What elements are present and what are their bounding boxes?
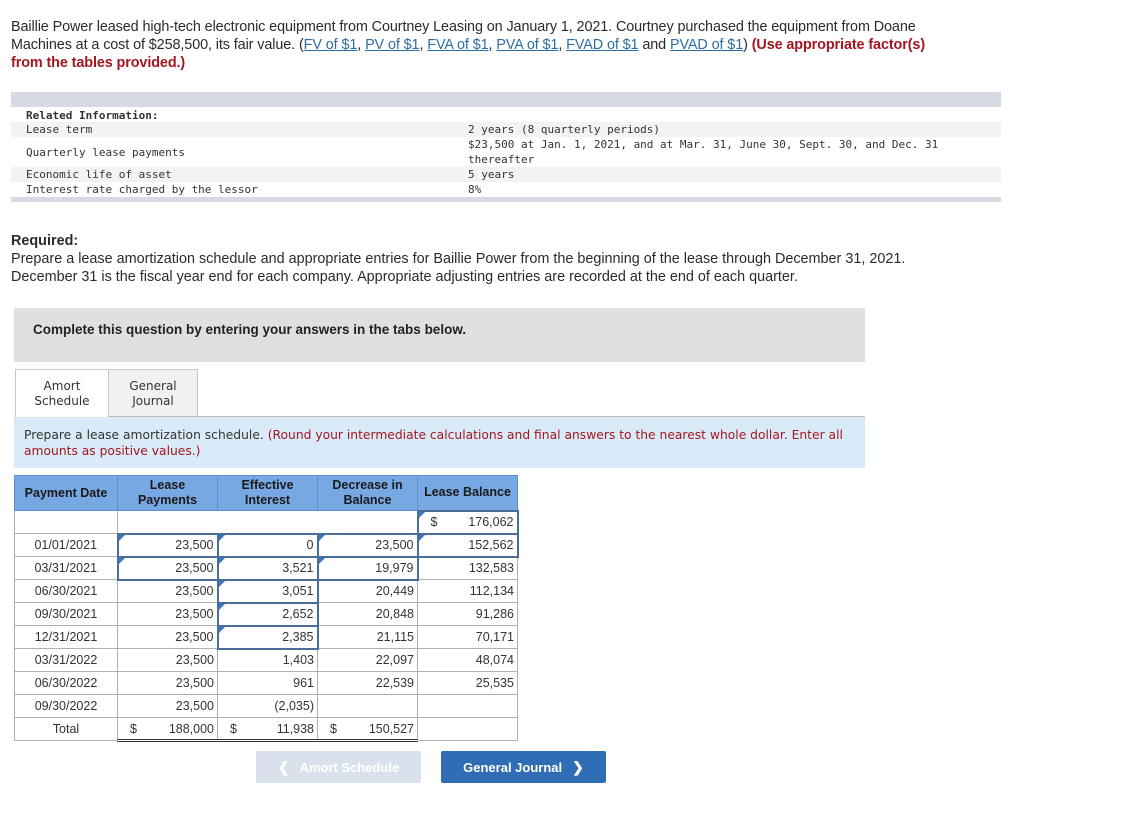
related-information-panel: Related Information: Lease term 2 years … (11, 92, 1001, 202)
tab-navigation: ❮ Amort Schedule General Journal ❯ (256, 751, 606, 783)
schedule-instructions: Prepare a lease amortization schedule. (… (14, 417, 865, 468)
total-label: Total (14, 717, 118, 741)
lease-balance-value: 25,535 (417, 671, 518, 695)
payment-date: 09/30/2022 (14, 694, 118, 718)
lease-payment-value: 23,500 (117, 625, 218, 649)
decrease-in-balance-value: 20,848 (317, 602, 418, 626)
table-row: 09/30/2022 23,500 (2,035) (14, 694, 518, 718)
effective-interest-input[interactable]: 2,652 (216, 601, 319, 627)
info-row-quarterly-payments: Quarterly lease payments $23,500 at Jan.… (26, 138, 939, 166)
link-fv-of-1[interactable]: FV of $1 (304, 37, 358, 53)
decrease-in-balance-value: 22,097 (317, 648, 418, 672)
link-pvad-of-1[interactable]: PVAD of $1 (670, 37, 743, 53)
table-row: 12/31/2021 23,500 2,385 21,115 70,171 (14, 624, 518, 650)
amortization-schedule-table: Payment Date Lease Payments Effective In… (14, 475, 519, 742)
lease-payment-value: 23,500 (117, 648, 218, 672)
info-row-lease-term: Lease term 2 years (8 quarterly periods) (11, 122, 1001, 137)
lease-balance-value (417, 694, 518, 718)
header-lease-balance: Lease Balance (417, 475, 518, 511)
decrease-in-balance-value: 21,115 (317, 625, 418, 649)
link-pv-of-1[interactable]: PV of $1 (365, 37, 420, 53)
effective-interest-input[interactable]: 0 (216, 532, 319, 558)
lease-balance-value: 112,134 (417, 579, 518, 603)
header-decrease-in-balance: Decrease in Balance (317, 475, 418, 511)
link-fvad-of-1[interactable]: FVAD of $1 (566, 37, 638, 53)
table-row: 09/30/2021 23,500 2,652 20,848 91,286 (14, 601, 518, 627)
header-effective-interest: Effective Interest (217, 475, 318, 511)
table-row: 06/30/2021 23,500 3,051 20,449 112,134 (14, 578, 518, 604)
total-lease-payments: $188,000 (117, 717, 218, 742)
panel-bottom-band (11, 197, 1001, 202)
lease-payment-value: 23,500 (117, 671, 218, 695)
answer-tabs: Amort Schedule General Journal (15, 369, 198, 417)
lease-payment-value: 23,500 (117, 694, 218, 718)
lease-payment-input[interactable]: 23,500 (116, 532, 219, 558)
table-row: 06/30/2022 23,500 961 22,539 25,535 (14, 671, 518, 695)
chevron-left-icon: ❮ (277, 758, 290, 775)
effective-interest-value: 961 (217, 671, 318, 695)
prev-amort-schedule-button: ❮ Amort Schedule (256, 751, 421, 783)
required-text: Prepare a lease amortization schedule an… (11, 251, 906, 285)
related-info-title-row: Related Information: (11, 107, 1001, 122)
opening-balance-input[interactable]: $176,062 (416, 509, 519, 535)
total-row: Total $188,000 $11,938 $150,527 (14, 717, 518, 742)
lease-payment-input[interactable]: 23,500 (116, 555, 219, 581)
payment-date: 03/31/2022 (14, 648, 118, 672)
table-row: 03/31/2022 23,500 1,403 22,097 48,074 (14, 648, 518, 672)
header-payment-date: Payment Date (14, 475, 118, 511)
effective-interest-input[interactable]: 3,521 (216, 555, 319, 581)
lease-balance-value: 48,074 (417, 648, 518, 672)
link-pva-of-1[interactable]: PVA of $1 (496, 37, 558, 53)
effective-interest-input[interactable]: 3,051 (216, 578, 319, 604)
complete-question-text: Complete this question by entering your … (33, 322, 467, 337)
total-decrease-in-balance: $150,527 (317, 717, 418, 742)
payment-date: 06/30/2022 (14, 671, 118, 695)
decrease-in-balance-value: 20,449 (317, 579, 418, 603)
related-info-title: Related Information: (26, 109, 159, 122)
info-row-interest-rate: Interest rate charged by the lessor 8% (26, 183, 482, 196)
table-header-row: Payment Date Lease Payments Effective In… (14, 475, 518, 511)
payment-date: 12/31/2021 (14, 625, 118, 649)
required-section: Required: Prepare a lease amortization s… (11, 232, 961, 286)
lease-balance-input[interactable]: 152,562 (416, 532, 519, 558)
payment-date: 09/30/2021 (14, 602, 118, 626)
decrease-in-balance-value (317, 694, 418, 718)
chevron-right-icon: ❯ (572, 758, 584, 775)
lease-balance-value: 70,171 (417, 625, 518, 649)
effective-interest-input[interactable]: 2,385 (216, 624, 319, 650)
lease-balance-value: 91,286 (417, 602, 518, 626)
lease-payment-value: 23,500 (117, 579, 218, 603)
tab-amort-schedule[interactable]: Amort Schedule (15, 369, 109, 417)
payment-date: 03/31/2021 (14, 556, 118, 580)
effective-interest-value: (2,035) (217, 694, 318, 718)
complete-question-banner: Complete this question by entering your … (14, 308, 865, 362)
total-effective-interest: $11,938 (217, 717, 318, 742)
info-row-economic-life: Economic life of asset 5 years (11, 167, 1001, 182)
tab-general-journal[interactable]: General Journal (108, 369, 198, 417)
decrease-in-balance-input[interactable]: 19,979 (316, 555, 419, 581)
decrease-in-balance-input[interactable]: 23,500 (316, 532, 419, 558)
decrease-in-balance-value: 22,539 (317, 671, 418, 695)
required-heading: Required: (11, 233, 79, 249)
panel-top-band (11, 92, 1001, 107)
lease-payment-value: 23,500 (117, 602, 218, 626)
opening-balance-row: $176,062 (14, 509, 519, 535)
next-general-journal-button[interactable]: General Journal ❯ (441, 751, 606, 783)
problem-intro: Baillie Power leased high-tech electroni… (11, 19, 926, 71)
table-row: 01/01/2021 23,500 0 23,500 152,562 (14, 532, 519, 558)
effective-interest-value: 1,403 (217, 648, 318, 672)
table-row: 03/31/2021 23,500 3,521 19,979 132,583 (14, 555, 518, 581)
payment-date: 01/01/2021 (14, 533, 118, 557)
instructions-main: Prepare a lease amortization schedule. (24, 428, 268, 442)
lease-balance-value: 132,583 (417, 556, 518, 580)
payment-date: 06/30/2021 (14, 579, 118, 603)
header-lease-payments: Lease Payments (117, 475, 218, 511)
link-fva-of-1[interactable]: FVA of $1 (427, 37, 488, 53)
